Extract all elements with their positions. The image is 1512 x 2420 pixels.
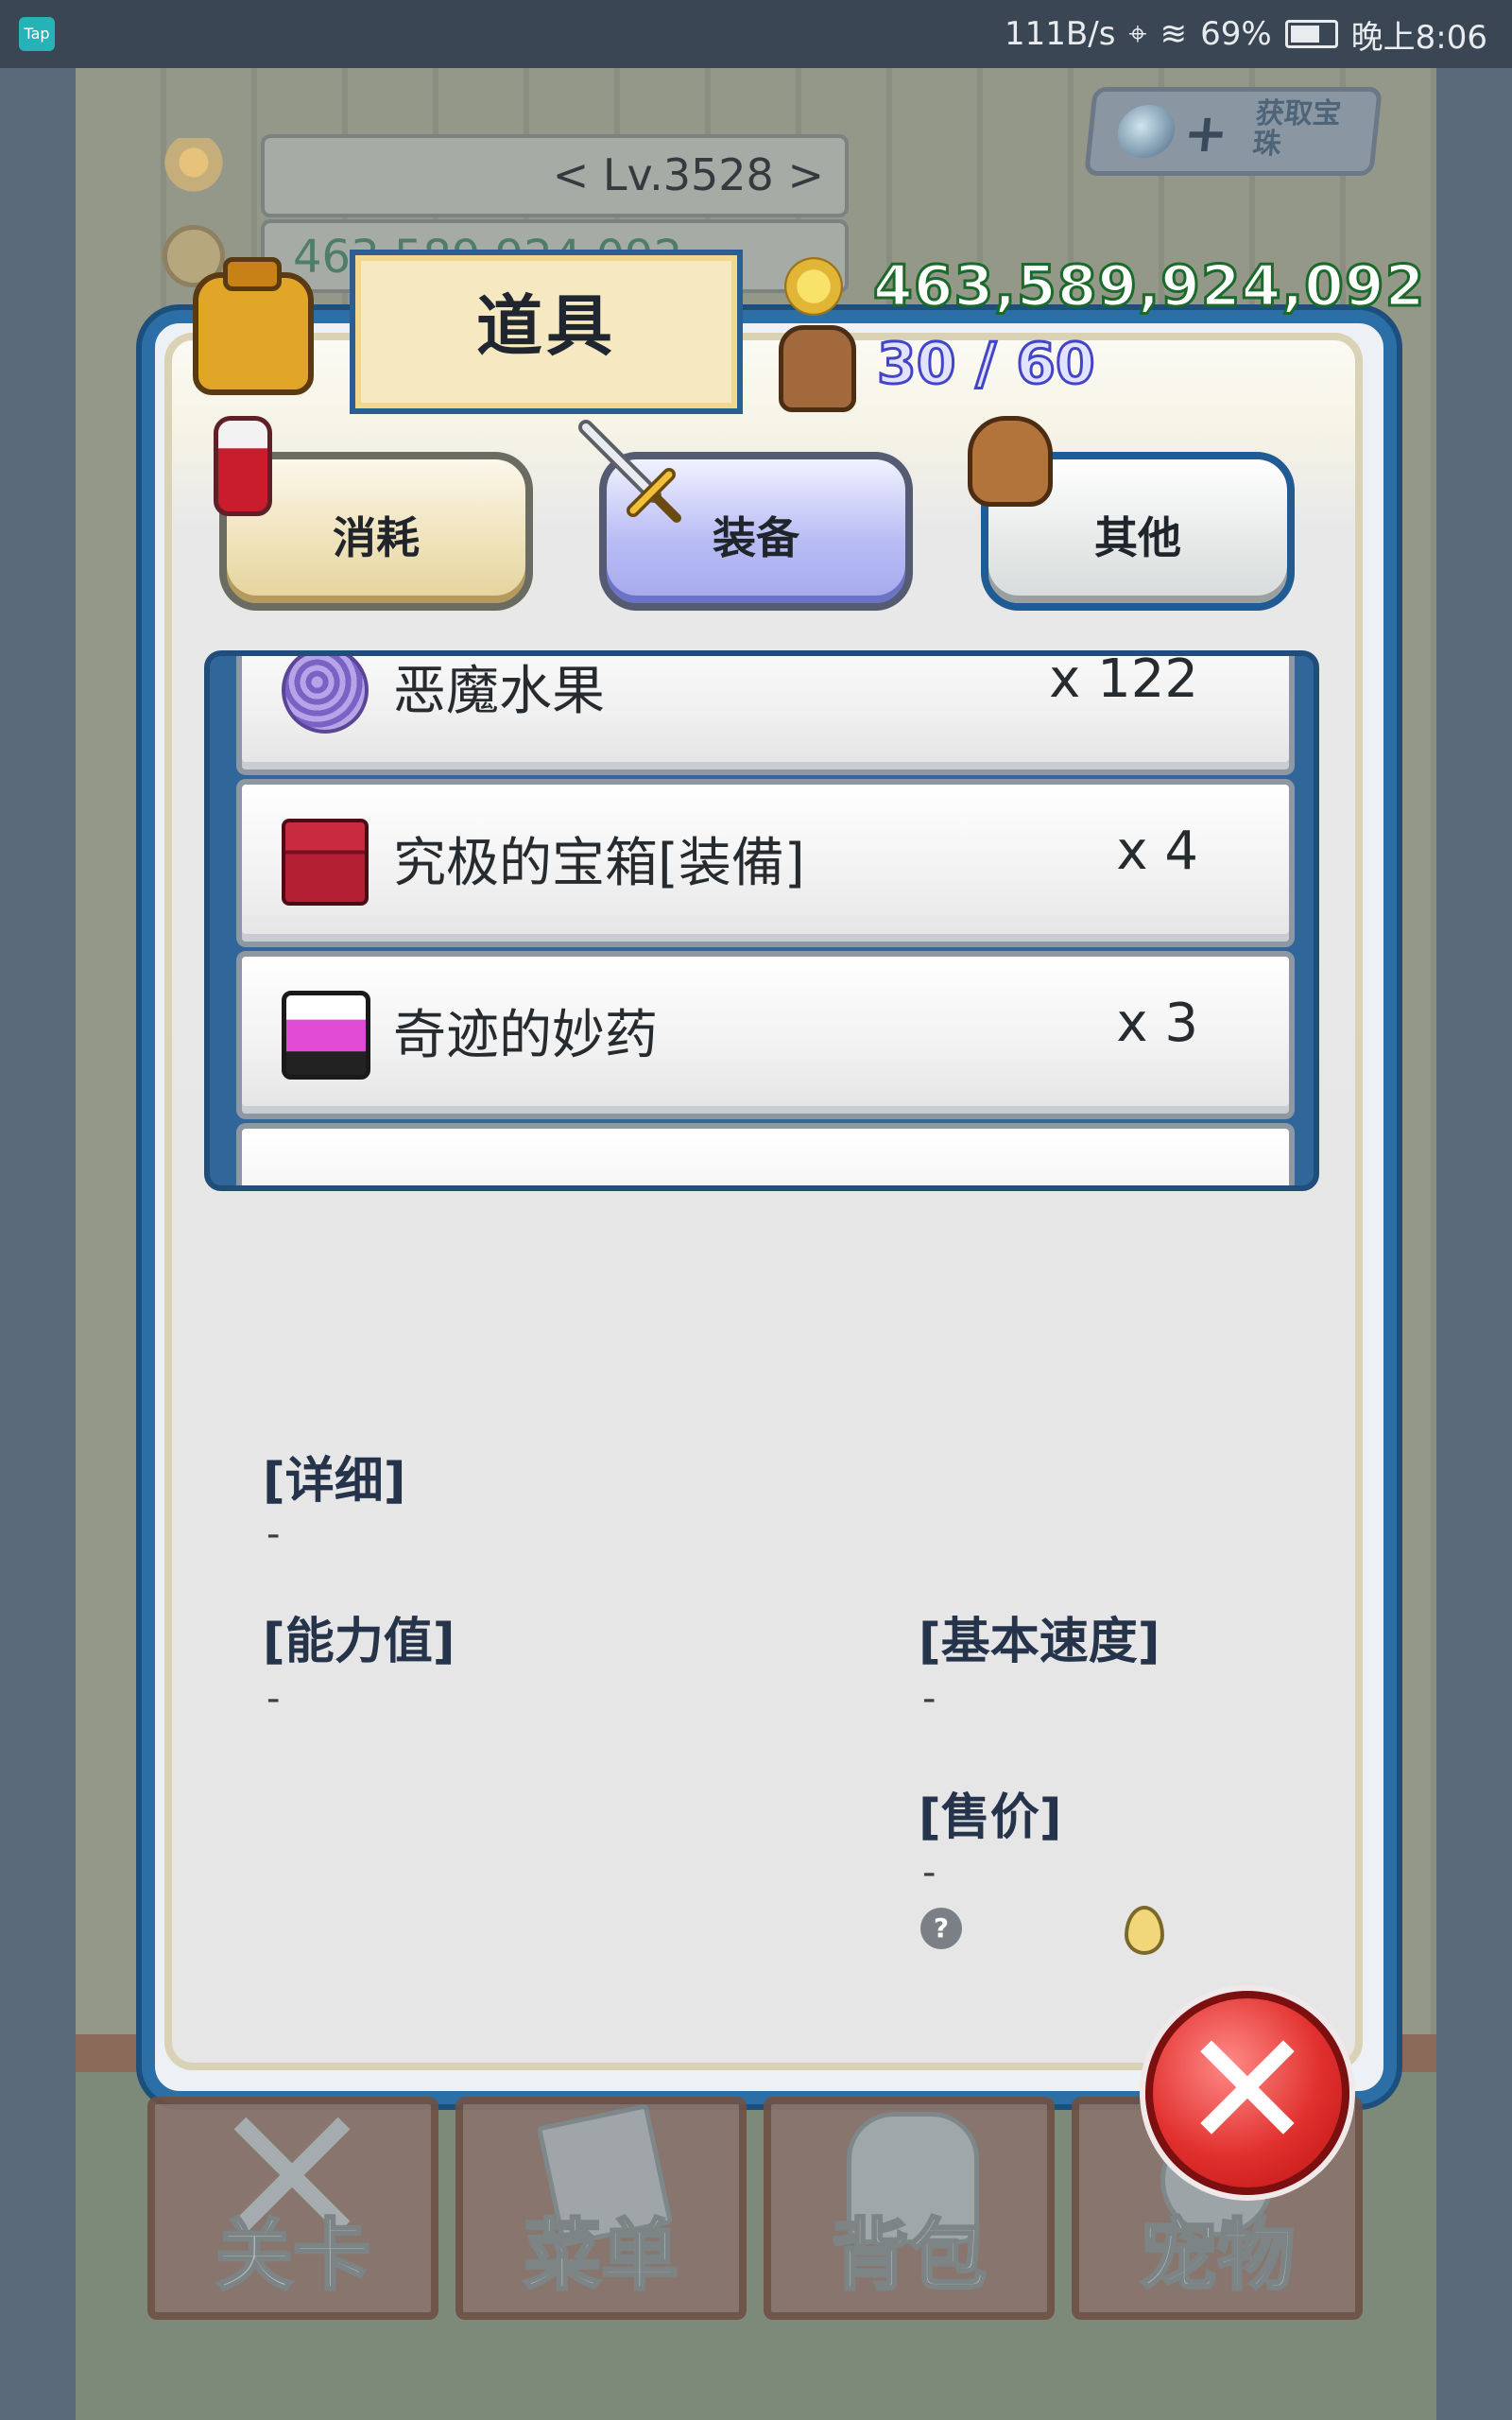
item-name: 恶魔水果 bbox=[393, 661, 605, 722]
nav-stage-label: 关卡 bbox=[214, 2210, 371, 2303]
item-quantity: x 3 bbox=[1116, 993, 1198, 1054]
nav-pet-label: 宠物 bbox=[1138, 2210, 1296, 2303]
help-icon[interactable]: ? bbox=[920, 1908, 962, 1949]
item-quantity: x 4 bbox=[1116, 821, 1198, 882]
tab-other-label: 其他 bbox=[1094, 512, 1181, 563]
status-right: 111B/s ⌖ ≋ 69% 晚上8:06 bbox=[1005, 9, 1487, 59]
sword-icon bbox=[578, 420, 681, 523]
status-bar: Tap 111B/s ⌖ ≋ 69% 晚上8:06 bbox=[0, 0, 1512, 68]
item-row-miracle-elixir[interactable]: 奇迹的妙药 x 3 bbox=[236, 951, 1295, 1119]
base-speed-value: - bbox=[922, 1677, 936, 1720]
item-row-partial[interactable] bbox=[236, 1123, 1295, 1185]
hero-portrait-icon bbox=[163, 138, 225, 208]
close-icon: ✕ bbox=[1179, 1997, 1315, 2185]
backpack-icon bbox=[779, 325, 856, 412]
red-potion-icon bbox=[214, 416, 272, 516]
clock: 晚上8:06 bbox=[1350, 18, 1487, 57]
treasure-chest-icon bbox=[282, 819, 369, 906]
level-text: < Lv.3528 > bbox=[552, 149, 824, 200]
ability-label: [能力值] bbox=[263, 1614, 455, 1670]
gold-amount: 463,589,924,092 bbox=[871, 252, 1426, 321]
ability-value: - bbox=[266, 1677, 281, 1720]
level-plate: < Lv.3528 > bbox=[261, 134, 849, 217]
nav-bag-button[interactable]: 背包 bbox=[764, 2097, 1055, 2320]
devil-fruit-icon bbox=[282, 656, 369, 734]
miracle-elixir-icon bbox=[282, 991, 370, 1080]
battery-icon bbox=[1284, 20, 1338, 48]
panel-title-tab: 道具 bbox=[350, 250, 743, 414]
battery-percent: 69% bbox=[1200, 15, 1272, 53]
wifi-icon: ≋ bbox=[1160, 15, 1188, 53]
panel-title: 道具 bbox=[476, 287, 616, 365]
network-speed: 111B/s bbox=[1005, 15, 1116, 53]
tab-equipment-label: 装备 bbox=[713, 512, 799, 563]
nav-bag-label: 背包 bbox=[830, 2210, 988, 2303]
item-row-devil-fruit[interactable]: 恶魔水果 x 122 bbox=[236, 650, 1295, 775]
location-icon: ⌖ bbox=[1128, 15, 1147, 53]
gem-icon bbox=[1115, 105, 1177, 158]
item-name: 奇迹的妙药 bbox=[393, 1005, 658, 1066]
detail-label: [详细] bbox=[263, 1453, 406, 1510]
nav-menu-label: 菜单 bbox=[522, 2210, 679, 2303]
item-quantity: x 122 bbox=[1049, 650, 1198, 710]
close-button[interactable]: ✕ bbox=[1145, 1991, 1349, 2195]
item-row-ultimate-chest[interactable]: 究极的宝箱[装備] x 4 bbox=[236, 779, 1295, 947]
item-bag-icon bbox=[193, 257, 314, 395]
pouch-icon bbox=[968, 416, 1053, 507]
tab-consumables-label: 消耗 bbox=[333, 512, 420, 563]
price-label: [售价] bbox=[919, 1789, 1062, 1846]
base-speed-label: [基本速度] bbox=[919, 1614, 1160, 1670]
detail-value: - bbox=[266, 1512, 281, 1556]
plus-icon: + bbox=[1180, 103, 1232, 164]
bag-capacity: 30 / 60 bbox=[876, 330, 1097, 399]
item-name: 究极的宝箱[装備] bbox=[393, 833, 805, 894]
tap-app-badge: Tap bbox=[19, 17, 55, 51]
get-gem-label: 获取宝珠 bbox=[1250, 97, 1343, 161]
battery-fill bbox=[1290, 26, 1319, 43]
get-gem-button[interactable]: + 获取宝珠 bbox=[1084, 87, 1383, 176]
item-list[interactable]: 恶魔水果 x 122 究极的宝箱[装備] x 4 奇迹的妙药 x 3 bbox=[204, 650, 1319, 1191]
nav-stage-button[interactable]: 关卡 bbox=[147, 2097, 438, 2320]
gold-coin-icon bbox=[784, 257, 843, 316]
price-value: - bbox=[922, 1851, 936, 1894]
nav-menu-button[interactable]: 菜单 bbox=[455, 2097, 747, 2320]
